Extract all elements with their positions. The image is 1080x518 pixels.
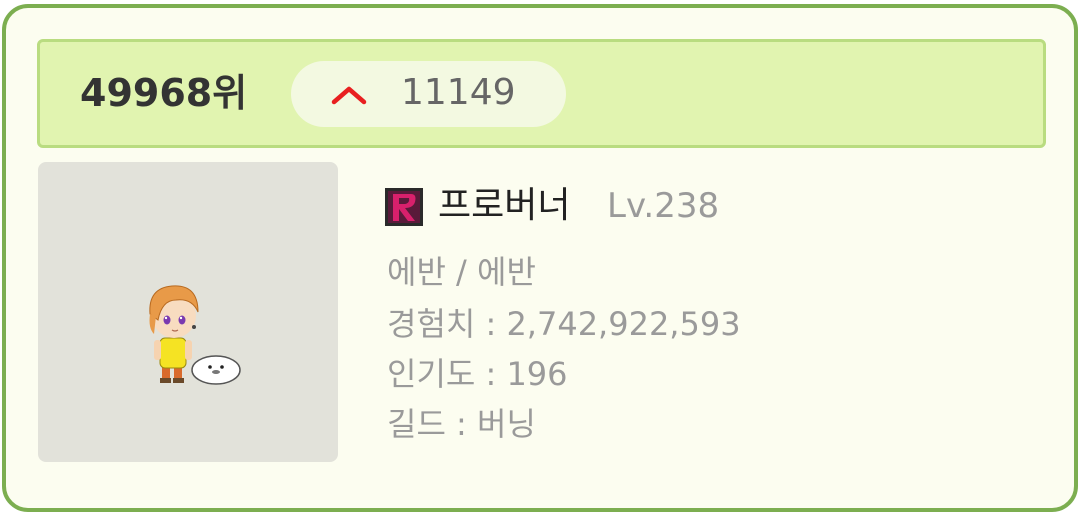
name-row: 프로버너 Lv.238 — [383, 178, 803, 230]
rank-change-badge: 11149 — [291, 61, 566, 127]
character-level: Lv.238 — [607, 186, 720, 226]
rank-bar: 49968위 11149 — [37, 39, 1046, 148]
character-name[interactable]: 프로버너 — [438, 178, 570, 234]
character-sprite-icon — [149, 285, 241, 385]
experience: 경험치 : 2,742,922,593 — [387, 305, 741, 343]
guild-name: 길드 : 버닝 — [387, 405, 536, 443]
character-avatar — [38, 162, 338, 462]
guild-emblem-icon — [385, 188, 423, 226]
rank-number: 49968위 — [80, 71, 248, 115]
arrow-up-icon — [331, 86, 367, 105]
character-ranking-card[interactable]: 49968위 11149 프로버너 Lv.238 에반 / 에반 경험치: 2… — [2, 4, 1078, 512]
popularity: 인기도 : 196 — [387, 355, 568, 393]
world-job: 에반 / 에반 — [387, 253, 536, 291]
rank-change-value: 11149 — [401, 72, 516, 113]
